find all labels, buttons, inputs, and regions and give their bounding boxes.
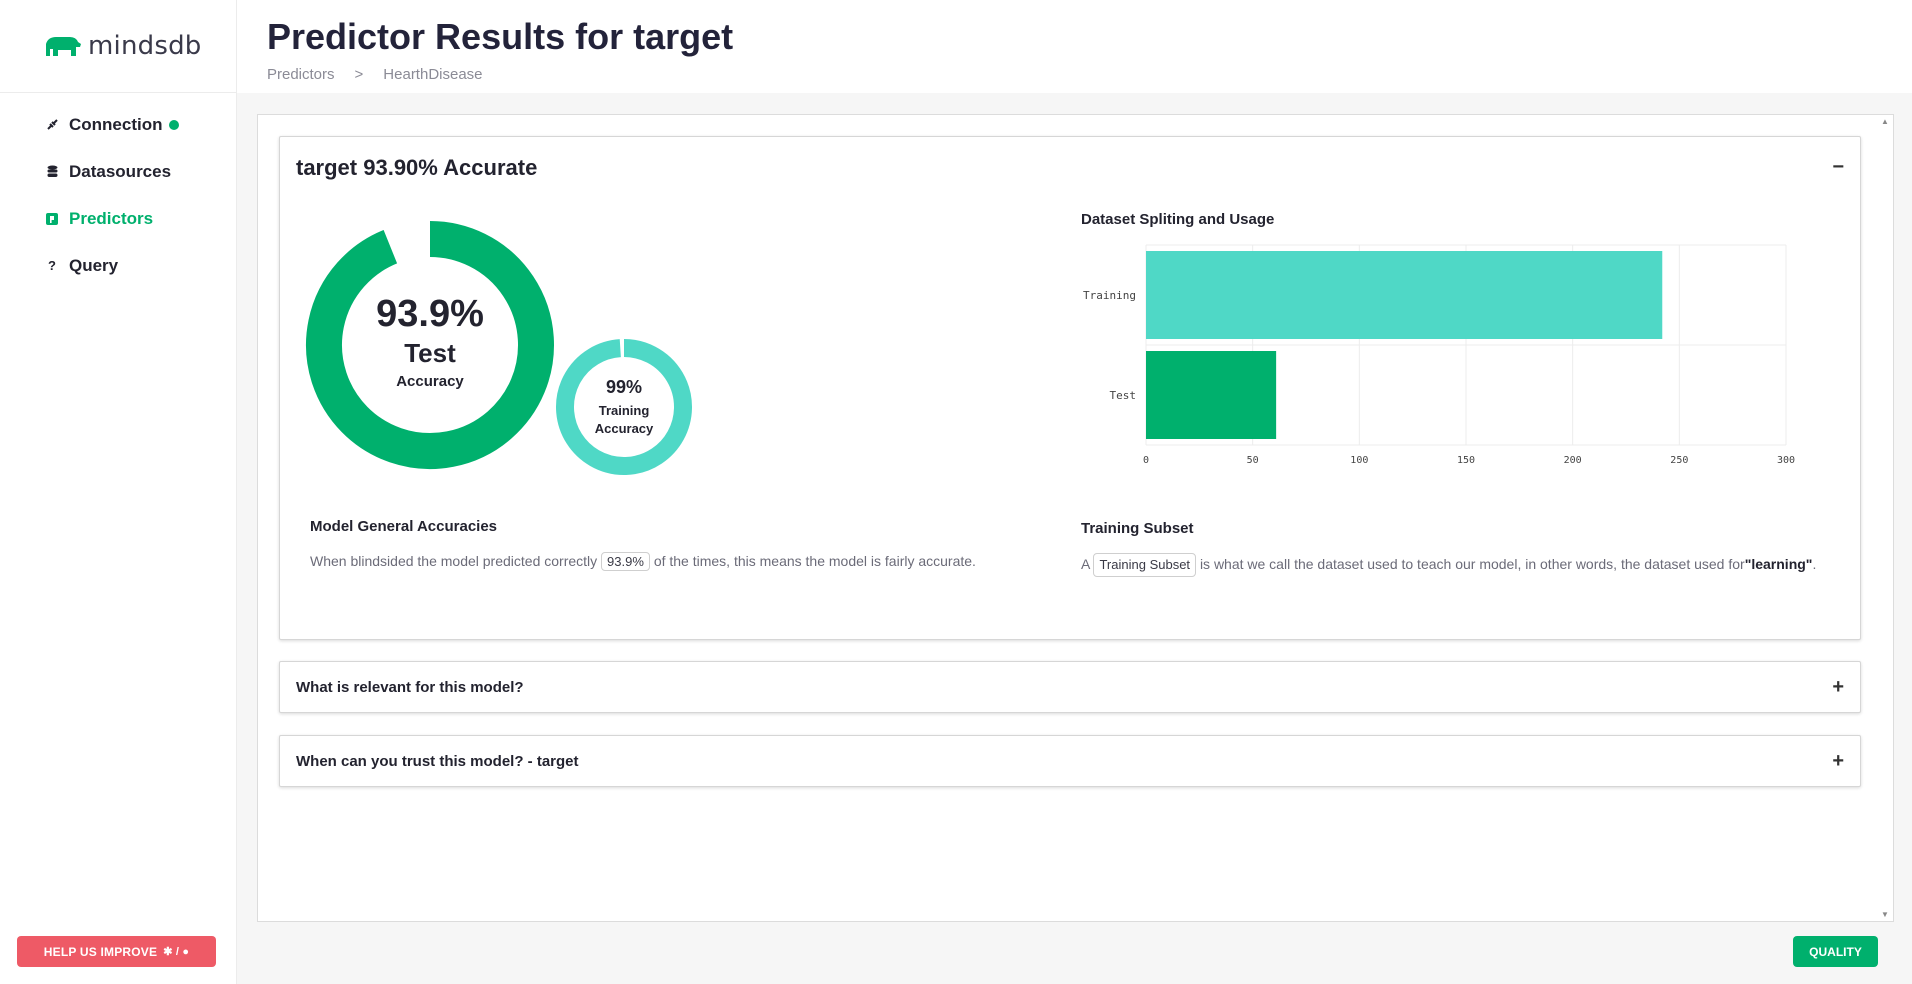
sidebar-item-label: Connection [69, 114, 163, 134]
test-accuracy-text: 93.9% Test Accuracy [340, 293, 520, 390]
logo[interactable]: mindsdb [0, 0, 236, 93]
sidebar-item-label: Datasources [69, 161, 172, 181]
dataset-split-chart: Training Test 0 50 100 150 200 250 300 [1083, 244, 1795, 466]
expand-toggle-icon[interactable]: + [1832, 677, 1844, 697]
breadcrumb-current: HearthDisease [383, 66, 483, 83]
chart-tick-label: 200 [1564, 455, 1582, 466]
training-accuracy-label: Training Accuracy [569, 402, 679, 437]
chart-tick-label: 300 [1777, 455, 1795, 466]
connection-status-dot [168, 119, 179, 130]
training-subset-text: A Training Subset is what we call the da… [1081, 553, 1831, 578]
sidebar-item-query[interactable]: ? Query [0, 242, 236, 289]
scroll-down-arrow-icon[interactable]: ▼ [1881, 910, 1889, 919]
chart-category-label: Training [1083, 289, 1136, 302]
scrollbar[interactable]: ▲ ▼ [1877, 115, 1893, 921]
logo-text: mindsdb [88, 31, 202, 61]
question-icon: ? [48, 258, 56, 273]
breadcrumb-predictors-link[interactable]: Predictors [267, 66, 335, 83]
training-subset-title: Training Subset [1081, 520, 1194, 537]
page-title: Predictor Results for target [267, 16, 734, 57]
training-accuracy-label-line2: Accuracy [594, 420, 654, 436]
accuracy-donuts: 93.9% Test Accuracy 99% Training Accuracy [304, 219, 704, 479]
accuracy-card: target 93.90% Accurate − 93.9% Test Accu… [279, 136, 1861, 640]
database-icon [45, 165, 59, 179]
chart-tick-label: 150 [1457, 455, 1475, 466]
test-accuracy-label: Test [404, 338, 456, 368]
sidebar-item-datasources[interactable]: Datasources [0, 148, 236, 195]
collapse-toggle-icon[interactable]: − [1832, 157, 1844, 177]
trust-card[interactable]: When can you trust this model? - target … [279, 735, 1861, 787]
subset-text-before: A [1081, 556, 1090, 572]
help-us-improve-button[interactable]: HELP US IMPROVE ✱ / ● [17, 936, 216, 967]
sidebar-item-connection[interactable]: Connection [0, 101, 236, 148]
model-acc-text-before: When blindsided the model predicted corr… [310, 553, 598, 569]
training-subset-pill: Training Subset [1093, 553, 1197, 578]
model-general-accuracies-text: When blindsided the model predicted corr… [310, 552, 1050, 571]
chart-tick-label: 0 [1143, 455, 1149, 466]
breadcrumb-separator: > [354, 66, 364, 83]
breadcrumb: Predictors > HearthDisease [267, 66, 483, 83]
chart-tick-label: 250 [1670, 455, 1688, 466]
test-accuracy-value: 93.9% [376, 293, 484, 335]
bear-logo-icon [46, 37, 81, 56]
model-acc-text-after: of the times, this means the model is fa… [653, 553, 976, 569]
chart-bar-training [1146, 251, 1663, 339]
relevance-card[interactable]: What is relevant for this model? + [279, 661, 1861, 713]
relevance-card-title: What is relevant for this model? [296, 679, 524, 696]
connection-icon [45, 118, 59, 132]
scroll-up-arrow-icon[interactable]: ▲ [1881, 117, 1889, 126]
chart-category-label: Test [1110, 389, 1137, 402]
training-accuracy-value: 99% [605, 377, 643, 397]
sidebar: mindsdb Connection Datasources Predictor… [0, 0, 237, 984]
training-accuracy-text: 99% Training Accuracy [569, 377, 679, 437]
chart-tick-label: 100 [1350, 455, 1368, 466]
help-button-label: HELP US IMPROVE [43, 944, 158, 959]
subset-bold-word: "learning" [1744, 556, 1813, 572]
test-accuracy-sublabel: Accuracy [396, 373, 464, 390]
expand-toggle-icon[interactable]: + [1832, 751, 1844, 771]
chart-bar-test [1146, 351, 1277, 439]
quality-button[interactable]: QUALITY [1793, 936, 1878, 967]
bug-lightbulb-icon: ✱ / ● [163, 946, 190, 958]
predictor-icon [45, 212, 59, 226]
sidebar-item-label: Query [69, 255, 119, 275]
accuracy-card-title: target 93.90% Accurate [296, 155, 538, 180]
chart-title: Dataset Spliting and Usage [1081, 211, 1275, 228]
model-general-accuracies-title: Model General Accuracies [310, 518, 498, 535]
subset-text-end: . [1812, 556, 1817, 572]
page-header: Predictor Results for target Predictors … [237, 0, 1912, 93]
trust-card-title: When can you trust this model? - target [296, 753, 579, 770]
training-accuracy-label-line1: Training [598, 403, 650, 418]
accuracy-pill: 93.9% [601, 552, 650, 571]
chart-tick-label: 50 [1247, 455, 1259, 466]
subset-text-mid: is what we call the dataset used to teac… [1199, 556, 1745, 572]
main-panel: ▲ ▼ target 93.90% Accurate − 93.9% Test … [257, 114, 1894, 922]
sidebar-item-predictors[interactable]: Predictors [0, 195, 236, 242]
sidebar-nav: Connection Datasources Predictors ? Quer… [0, 93, 236, 289]
sidebar-item-label: Predictors [69, 208, 154, 228]
